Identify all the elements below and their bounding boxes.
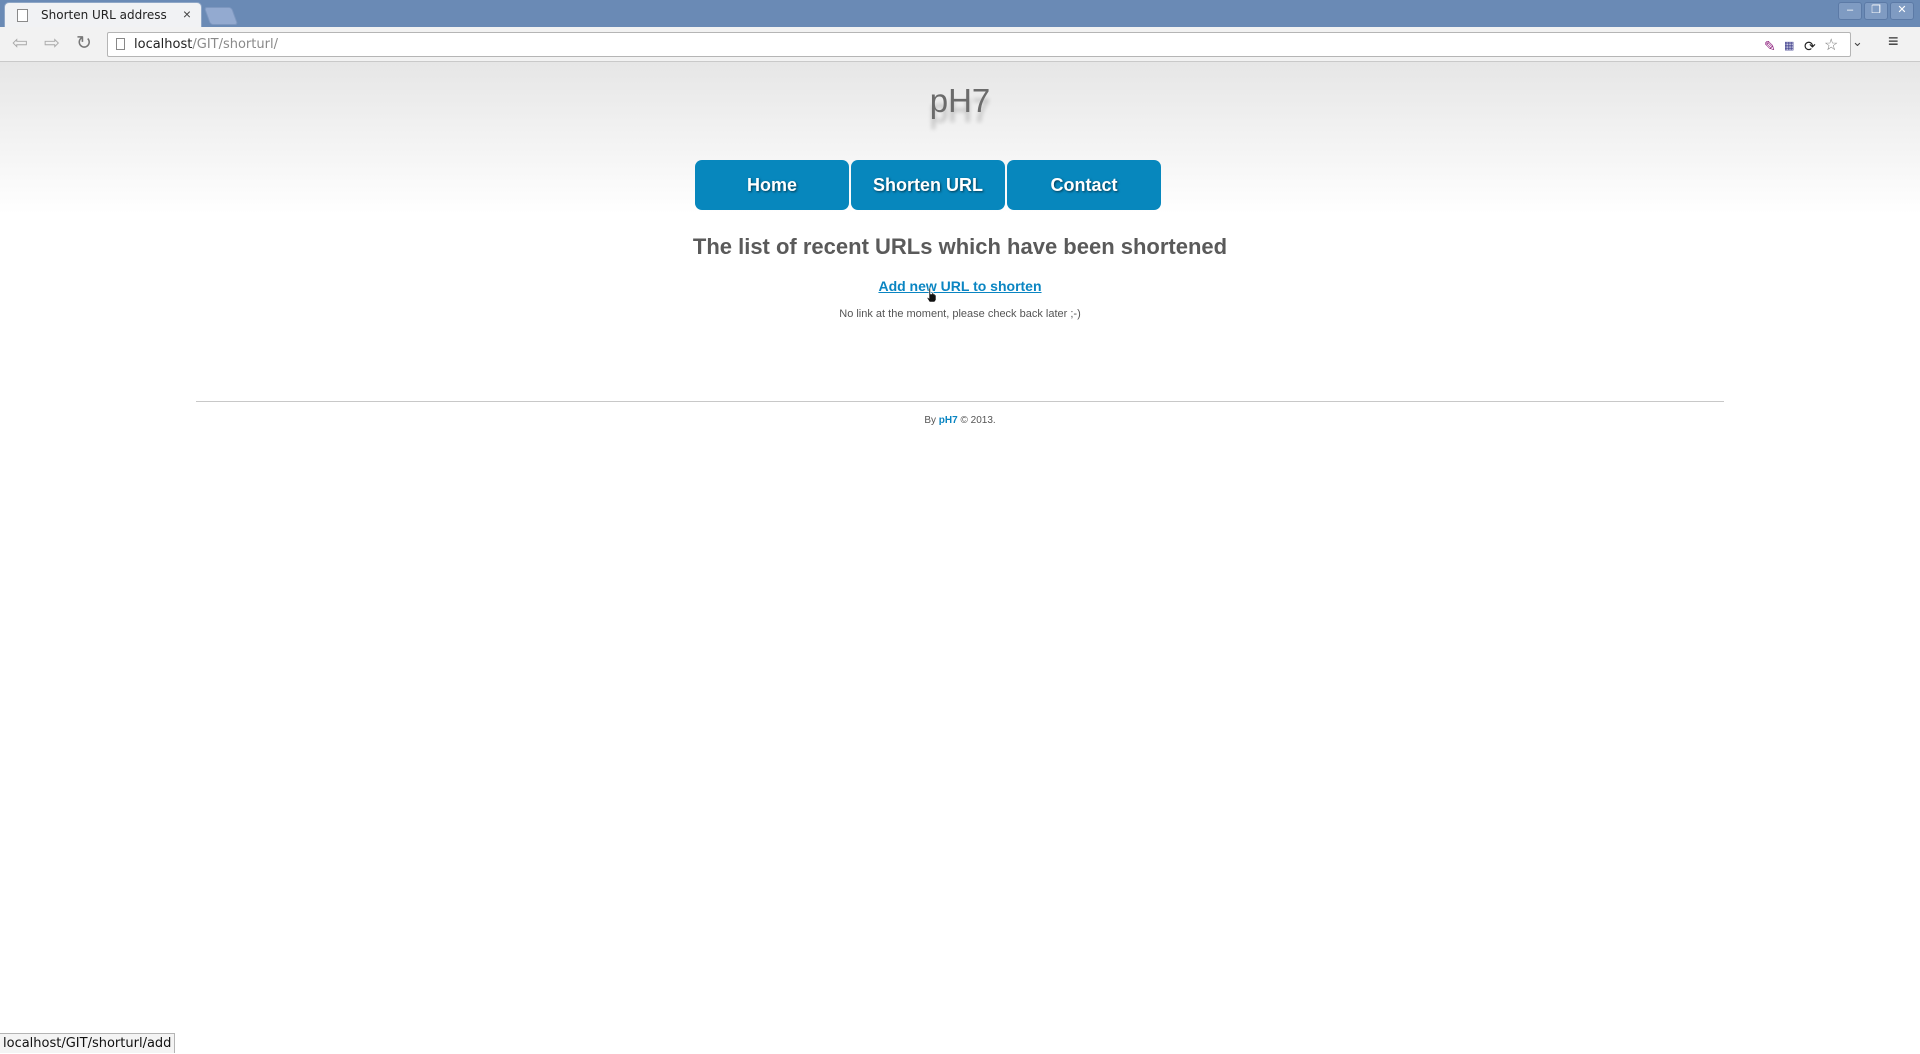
nav-home[interactable]: Home (695, 160, 849, 210)
address-url: localhost/GIT/shorturl/ (134, 37, 278, 52)
hand-cursor-icon (926, 287, 937, 303)
footer: By pH7 © 2013. (0, 415, 1920, 426)
nav-shorten-url[interactable]: Shorten URL (851, 160, 1005, 210)
browser-tab[interactable]: Shorten URL address × (4, 2, 202, 27)
chevron-down-icon[interactable]: ⌄ (1852, 34, 1863, 50)
tab-title: Shorten URL address (41, 8, 167, 22)
url-host: localhost (134, 37, 193, 52)
new-tab-button[interactable] (203, 7, 239, 25)
address-bar[interactable]: localhost/GIT/shorturl/ ✎ ▦ ⟳ ☆ (107, 32, 1851, 57)
footer-divider (196, 401, 1724, 402)
nav-contact[interactable]: Contact (1007, 160, 1161, 210)
page-title: The list of recent URLs which have been … (692, 234, 1228, 259)
reload-icon[interactable]: ↻ (72, 33, 96, 55)
sync-extension-icon[interactable]: ⟳ (1804, 38, 1816, 55)
bookmark-star-icon[interactable]: ☆ (1824, 35, 1838, 55)
footer-copyright: © 2013. (960, 415, 996, 426)
restore-button[interactable]: ❐ (1864, 2, 1888, 20)
footer-brand-link[interactable]: pH7 (939, 415, 958, 426)
main-nav: Home Shorten URL Contact (695, 160, 1161, 210)
page-content: pH7 Home Shorten URL Contact The list of… (0, 62, 1920, 1053)
url-path: /GIT/shorturl/ (192, 37, 278, 52)
window-controls: – ❐ ✕ (1838, 2, 1914, 20)
footer-prefix: By (924, 415, 937, 426)
page-icon (17, 9, 28, 22)
menu-icon[interactable]: ≡ (1888, 31, 1899, 52)
page-icon (116, 38, 125, 50)
site-logo[interactable]: pH7 (0, 82, 1920, 120)
forward-arrow-icon[interactable]: ⇨ (40, 33, 64, 55)
add-url-link[interactable]: Add new URL to shorten (878, 278, 1041, 294)
minimize-button[interactable]: – (1838, 2, 1862, 20)
close-window-button[interactable]: ✕ (1890, 2, 1914, 20)
status-bar: localhost/GIT/shorturl/add (0, 1033, 176, 1053)
add-link-wrapper: Add new URL to shorten (0, 278, 1920, 296)
php-extension-icon[interactable]: ▦ (1784, 39, 1794, 52)
close-icon[interactable]: × (183, 6, 191, 22)
empty-message: No link at the moment, please check back… (839, 308, 1081, 320)
browser-tabstrip: Shorten URL address × – ❐ ✕ (0, 0, 1920, 27)
browser-toolbar: ⇦ ⇨ ↻ localhost/GIT/shorturl/ ✎ ▦ ⟳ ☆ ⌄ … (0, 27, 1920, 62)
back-arrow-icon[interactable]: ⇦ (8, 33, 32, 55)
feather-extension-icon[interactable]: ✎ (1764, 38, 1776, 55)
